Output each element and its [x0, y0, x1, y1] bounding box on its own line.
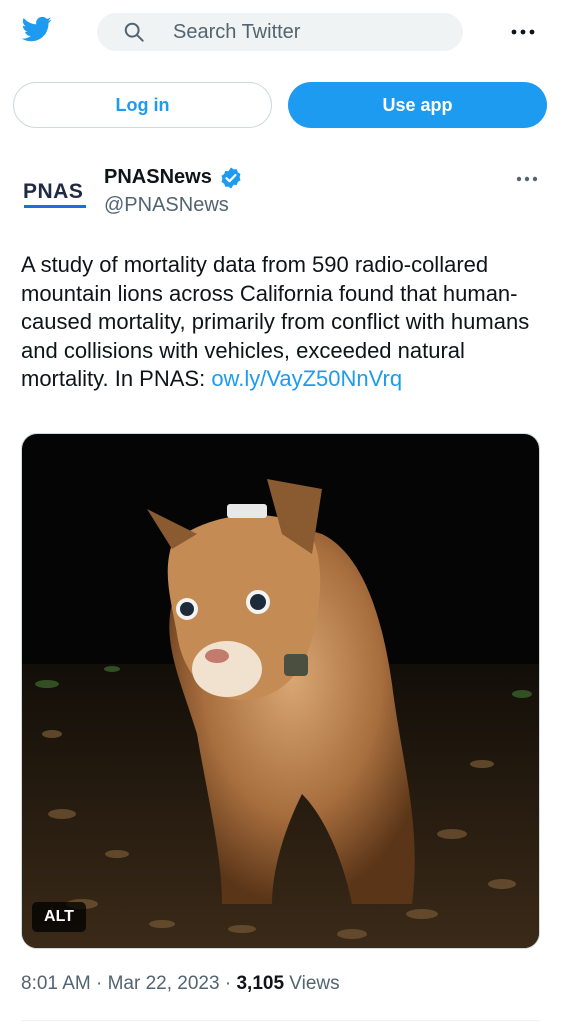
top-bar	[0, 0, 561, 64]
avatar-logo-text: PNAS	[23, 180, 84, 203]
tweet-media-image[interactable]	[21, 433, 540, 949]
author-name[interactable]: PNASNews	[104, 166, 212, 189]
search-bar[interactable]	[97, 13, 463, 51]
tweet-text: A study of mortality data from 590 radio…	[21, 251, 541, 394]
use-app-button[interactable]: Use app	[288, 82, 547, 128]
meta-separator: ·	[96, 973, 103, 994]
twitter-bird-icon[interactable]	[20, 14, 54, 44]
tweet-meta: 8:01 AM · Mar 22, 2023 · 3,105 Views	[21, 973, 340, 995]
mountain-lion-photo	[22, 434, 539, 948]
avatar[interactable]: PNAS	[20, 178, 90, 218]
tweet-link[interactable]: ow.ly/VayZ50NnVrq	[211, 366, 402, 391]
meta-separator: ·	[224, 973, 232, 994]
auth-buttons: Log in Use app	[0, 82, 561, 128]
author-handle[interactable]: @PNASNews	[104, 194, 229, 217]
tweet-time[interactable]: 8:01 AM	[21, 973, 91, 994]
verified-badge-icon[interactable]	[219, 166, 243, 190]
tweet-date[interactable]: Mar 22, 2023	[108, 973, 220, 994]
more-horizontal-icon[interactable]	[509, 20, 537, 44]
login-button[interactable]: Log in	[13, 82, 272, 128]
tweet-more-icon[interactable]	[514, 170, 540, 188]
search-icon	[124, 22, 144, 42]
views-count: 3,105	[236, 973, 285, 994]
alt-text-badge[interactable]: ALT	[32, 902, 86, 932]
divider	[21, 1020, 540, 1021]
avatar-logo-bar	[24, 205, 86, 208]
views-label: Views	[289, 973, 340, 994]
search-input[interactable]	[173, 13, 443, 51]
